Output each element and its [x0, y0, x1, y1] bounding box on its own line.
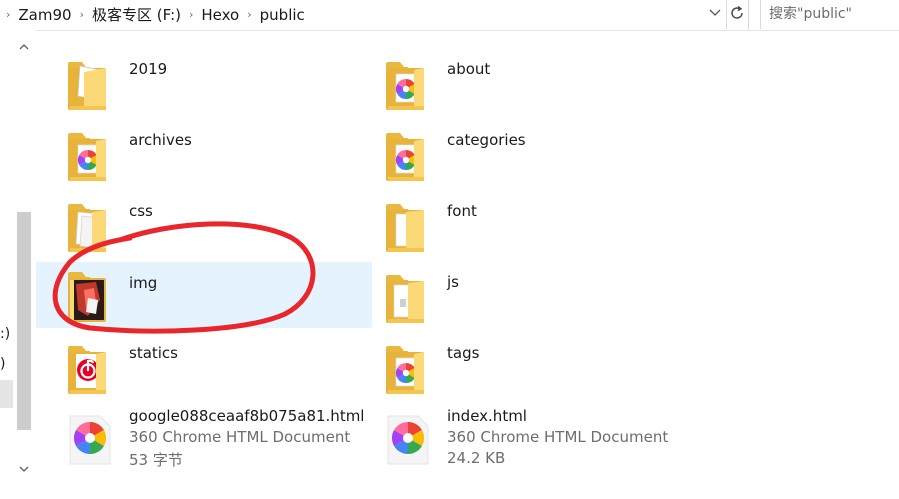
scroll-down-icon[interactable]: [13, 462, 35, 478]
folder-name: categories: [447, 131, 526, 149]
search-box[interactable]: [760, 0, 899, 29]
address-bar: › Zam90 › 极客专区 (F:) › Hexo › public: [0, 0, 899, 31]
file-list: 2019 about archives categories css font …: [36, 30, 899, 499]
folder-chrome-icon: [384, 344, 432, 396]
folder-image-icon: [66, 270, 114, 322]
scrollbar-thumb[interactable]: [17, 212, 31, 430]
address-history-chevron-down-icon[interactable]: [707, 7, 723, 23]
breadcrumb-item-drive[interactable]: 极客专区 (F:): [92, 4, 181, 25]
folder-name: font: [447, 202, 477, 220]
folder-name: img: [129, 274, 158, 292]
folder-plain-icon: [384, 202, 432, 254]
folder-netease-icon: [66, 344, 114, 396]
folder-chrome-icon: [384, 60, 432, 112]
chrome-html-icon: [384, 414, 432, 466]
chrome-html-icon: [66, 414, 114, 466]
folder-item-tags[interactable]: tags: [354, 334, 664, 398]
navigation-pane: :) ): [0, 30, 36, 499]
folder-docs-icon: [66, 60, 114, 112]
breadcrumb-separator[interactable]: ›: [239, 8, 259, 21]
nav-item-fragment[interactable]: :): [0, 326, 10, 342]
nav-scrollbar[interactable]: [13, 40, 35, 478]
folder-item-img[interactable]: img: [36, 262, 372, 328]
refresh-button[interactable]: [726, 0, 749, 29]
folder-name: tags: [447, 344, 480, 362]
breadcrumb-item-public[interactable]: public: [260, 6, 305, 24]
folder-name: archives: [129, 131, 192, 149]
folder-item-categories[interactable]: categories: [354, 121, 664, 185]
folder-chrome-icon: [384, 131, 432, 183]
folder-script-icon: [384, 273, 432, 325]
search-input[interactable]: [761, 0, 899, 27]
nav-item-selected[interactable]: [0, 380, 13, 408]
folder-item-2019[interactable]: 2019: [36, 50, 346, 114]
breadcrumb-lead-chevron[interactable]: ›: [0, 8, 18, 21]
breadcrumb-separator[interactable]: ›: [72, 8, 92, 21]
folder-name: css: [129, 202, 153, 220]
folder-item-archives[interactable]: archives: [36, 121, 346, 185]
breadcrumb-separator[interactable]: ›: [181, 8, 201, 21]
file-item-index-html[interactable]: index.html 360 Chrome HTML Document 24.2…: [354, 402, 668, 472]
folder-item-js[interactable]: js: [354, 263, 664, 327]
file-size: 53 字节: [129, 451, 183, 469]
explorer-window: › Zam90 › 极客专区 (F:) › Hexo › public 搜索"p…: [0, 0, 899, 499]
folder-item-css[interactable]: css: [36, 192, 346, 256]
folder-item-statics[interactable]: statics: [36, 334, 346, 398]
folder-item-font[interactable]: font: [354, 192, 664, 256]
folder-chrome-icon: [66, 131, 114, 183]
scroll-up-icon[interactable]: [13, 40, 35, 56]
folder-item-about[interactable]: about: [354, 50, 664, 114]
file-size: 24.2 KB: [447, 449, 506, 467]
file-item-google-html[interactable]: google088ceaaf8b075a81.html 360 Chrome H…: [36, 402, 364, 472]
file-type: 360 Chrome HTML Document: [447, 428, 669, 446]
breadcrumb-item-zam90[interactable]: Zam90: [18, 6, 71, 24]
folder-name: about: [447, 60, 491, 78]
nav-item-fragment[interactable]: ): [0, 356, 5, 372]
file-name: google088ceaaf8b075a81.html: [129, 407, 365, 425]
file-type: 360 Chrome HTML Document: [129, 428, 351, 446]
folder-name: js: [447, 273, 459, 291]
file-name: index.html: [447, 407, 527, 425]
folder-name: statics: [129, 344, 178, 362]
folder-name: 2019: [129, 60, 168, 78]
breadcrumb-item-hexo[interactable]: Hexo: [201, 6, 239, 24]
refresh-icon: [729, 5, 745, 25]
breadcrumb[interactable]: › Zam90 › 极客专区 (F:) › Hexo › public: [0, 0, 727, 29]
folder-docs-icon: [66, 202, 114, 254]
